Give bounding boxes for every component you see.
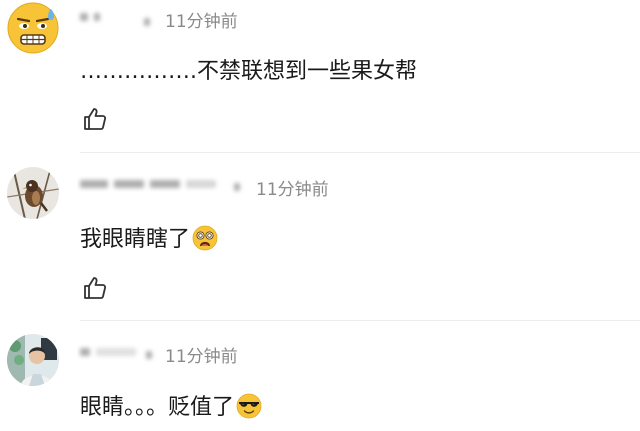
like-button[interactable] [82, 106, 108, 132]
timestamp: 11分钟前 [165, 347, 238, 367]
username-redacted[interactable] [80, 177, 248, 191]
comment-text: 眼睛。。。贬值了 [80, 393, 262, 423]
comment-text-content: 我眼睛瞎了 [80, 227, 191, 252]
person-photo-avatar [7, 334, 59, 386]
dizzy-face-emoji-icon [192, 225, 218, 251]
avatar[interactable] [7, 167, 59, 219]
timestamp: 11分钟前 [165, 12, 238, 32]
comment-text: …………….不禁联想到一些果女帮 [80, 57, 417, 87]
avatar[interactable] [7, 334, 59, 386]
bird-photo-avatar [7, 167, 59, 219]
username-redacted[interactable] [80, 10, 152, 26]
like-button[interactable] [82, 275, 108, 301]
comment-list: 11分钟前 …………….不禁联想到一些果女帮 11分钟前 我眼睛瞎了 11分钟前… [0, 0, 640, 431]
comment-text-content: …………….不禁联想到一些果女帮 [80, 59, 417, 84]
sunglasses-face-emoji-icon [236, 393, 262, 419]
comment-item: 11分钟前 …………….不禁联想到一些果女帮 [0, 0, 640, 153]
timestamp: 11分钟前 [256, 180, 329, 200]
thumbs-up-outline-icon [84, 277, 107, 299]
comment-text-content: 眼睛。。。贬值了 [80, 395, 235, 420]
comment-item: 11分钟前 我眼睛瞎了 [0, 153, 640, 321]
comment-item: 11分钟前 眼睛。。。贬值了 [0, 321, 640, 431]
thumbs-up-outline-icon [84, 108, 107, 130]
comment-text: 我眼睛瞎了 [80, 225, 218, 255]
grimacing-face-emoji-icon [7, 2, 59, 54]
username-redacted[interactable] [80, 345, 152, 359]
avatar[interactable] [7, 2, 59, 54]
